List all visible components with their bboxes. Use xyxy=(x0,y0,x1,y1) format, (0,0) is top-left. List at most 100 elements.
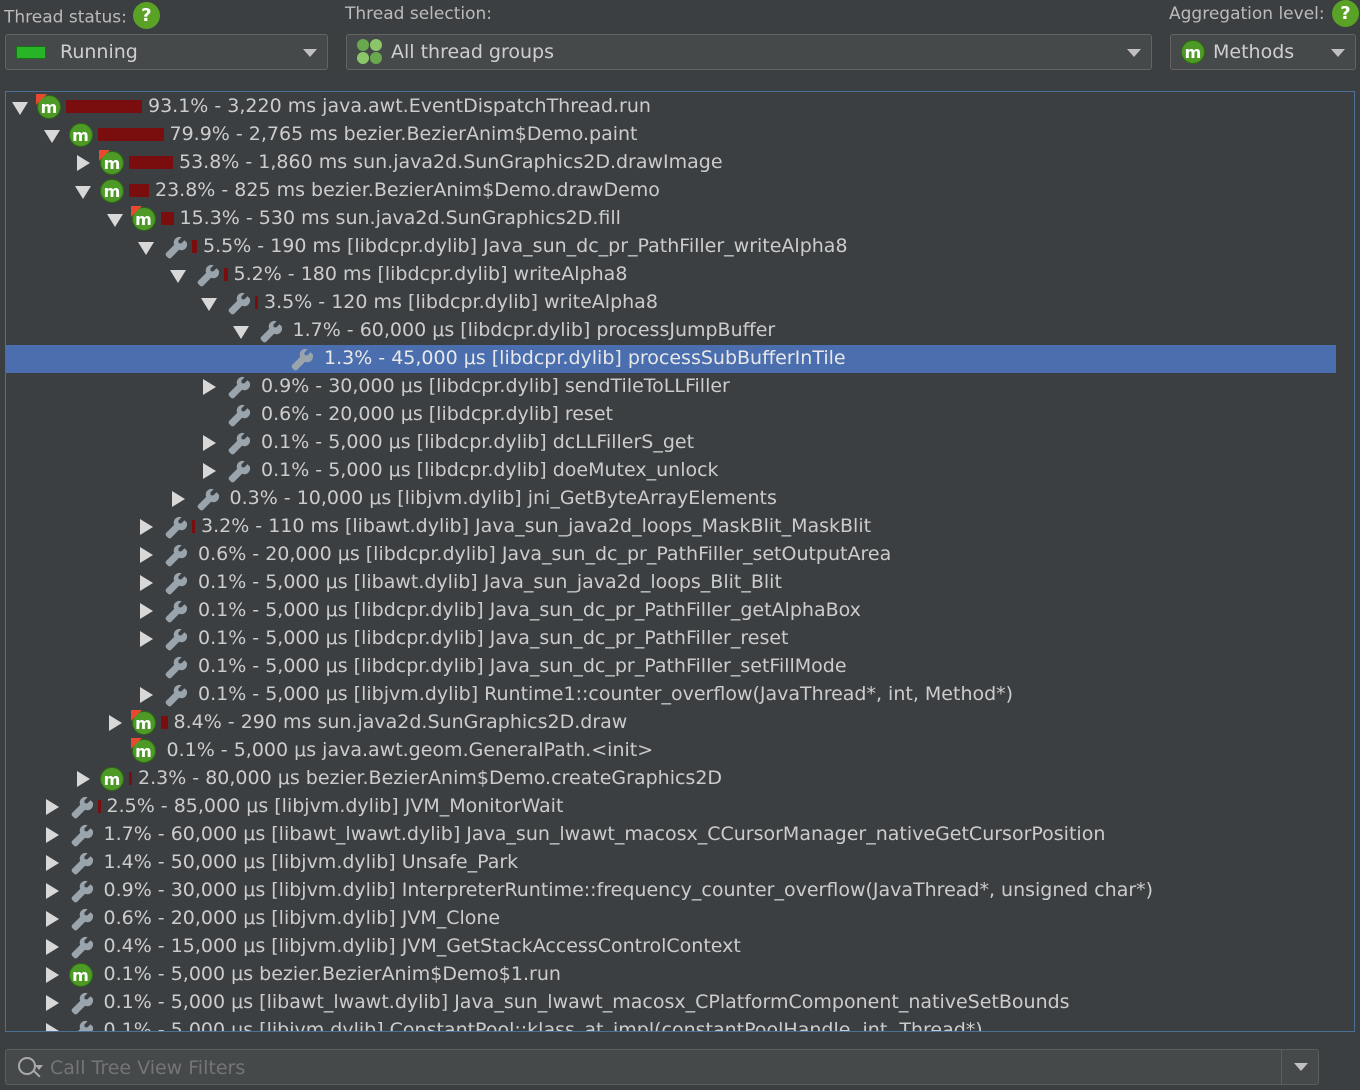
native-method-wrench-icon xyxy=(162,570,188,596)
tree-row[interactable]: 0.6% - 20,000 μs [libdcpr.dylib] Java_su… xyxy=(6,541,1336,569)
collapsed-toggle-icon[interactable] xyxy=(140,519,153,535)
collapsed-toggle-icon[interactable] xyxy=(45,827,59,843)
native-method-wrench-icon xyxy=(162,598,188,624)
tree-row[interactable]: 1.4% - 50,000 μs [libjvm.dylib] Unsafe_P… xyxy=(6,849,1336,877)
vertical-scrollbar[interactable] xyxy=(1338,92,1354,1031)
native-method-wrench-icon xyxy=(225,290,251,316)
tree-row[interactable]: m 2.3% - 80,000 μs bezier.BezierAnim$Demo… xyxy=(6,765,1336,793)
expanded-toggle-icon[interactable] xyxy=(75,186,91,199)
tree-row[interactable]: 0.1% - 5,000 μs [libjvm.dylib] Runtime1:… xyxy=(6,681,1336,709)
collapsed-toggle-icon[interactable] xyxy=(203,463,216,479)
tree-row[interactable]: 5.5% - 190 ms [libdcpr.dylib] Java_sun_d… xyxy=(6,233,1336,261)
collapsed-toggle-icon[interactable] xyxy=(140,603,153,619)
tree-row[interactable]: m 0.1% - 5,000 μs bezier.BezierAnim$Demo$… xyxy=(6,961,1336,989)
method-icon: m xyxy=(1181,40,1205,64)
call-tree[interactable]: m 93.1% - 3,220 ms java.awt.EventDispatch… xyxy=(5,91,1355,1032)
time-percentage-bar xyxy=(255,296,258,309)
hotspot-marker-icon xyxy=(130,206,142,217)
search-icon[interactable] xyxy=(18,1057,36,1075)
tree-row[interactable]: 0.1% - 5,000 μs [libdcpr.dylib] dcLLFill… xyxy=(6,429,1336,457)
aggregation-level-label: Aggregation level: xyxy=(1169,4,1325,24)
collapsed-toggle-icon[interactable] xyxy=(140,575,153,591)
expanded-toggle-icon[interactable] xyxy=(138,242,154,255)
collapsed-toggle-icon[interactable] xyxy=(45,967,59,983)
tree-row[interactable]: m 93.1% - 3,220 ms java.awt.EventDispatch… xyxy=(6,93,1336,121)
tree-row[interactable]: m 79.9% - 2,765 ms bezier.BezierAnim$Demo… xyxy=(6,121,1336,149)
collapsed-toggle-icon[interactable] xyxy=(45,883,59,899)
tree-row[interactable]: m 53.8% - 1,860 ms sun.java2d.SunGraphics… xyxy=(6,149,1336,177)
collapsed-toggle-icon[interactable] xyxy=(140,631,153,647)
tree-row[interactable]: 1.7% - 60,000 μs [libawt_lwawt.dylib] Ja… xyxy=(6,821,1336,849)
collapsed-toggle-icon[interactable] xyxy=(45,855,59,871)
time-percentage-bar xyxy=(223,268,228,281)
native-method-wrench-icon xyxy=(68,1018,94,1031)
collapsed-toggle-icon[interactable] xyxy=(171,491,185,507)
collapsed-toggle-icon[interactable] xyxy=(203,379,216,395)
tree-row[interactable]: 0.1% - 5,000 μs [libdcpr.dylib] doeMutex… xyxy=(6,457,1336,485)
tree-row[interactable]: 0.6% - 20,000 μs [libjvm.dylib] JVM_Clon… xyxy=(6,905,1336,933)
collapsed-toggle-icon[interactable] xyxy=(140,547,153,563)
tree-row[interactable]: 1.3% - 45,000 μs [libdcpr.dylib] process… xyxy=(6,345,1336,373)
tree-row[interactable]: 1.7% - 60,000 μs [libdcpr.dylib] process… xyxy=(6,317,1336,345)
thread-status-value: Running xyxy=(60,41,138,63)
filter-input[interactable] xyxy=(48,1054,1232,1082)
tree-row[interactable]: 0.9% - 30,000 μs [libjvm.dylib] Interpre… xyxy=(6,877,1336,905)
tree-row[interactable]: m 23.8% - 825 ms bezier.BezierAnim$Demo.d… xyxy=(6,177,1336,205)
expanded-toggle-icon[interactable] xyxy=(43,130,60,143)
tree-row[interactable]: 0.1% - 5,000 μs [libawt_lwawt.dylib] Jav… xyxy=(6,989,1336,1017)
tree-row[interactable]: m 8.4% - 290 ms sun.java2d.SunGraphics2D.… xyxy=(6,709,1336,737)
tree-row[interactable]: 0.6% - 20,000 μs [libdcpr.dylib] reset xyxy=(6,401,1336,429)
aggregation-level-dropdown[interactable]: m Methods xyxy=(1170,34,1356,70)
collapsed-toggle-icon[interactable] xyxy=(45,939,59,955)
tree-row-label: 79.9% - 2,765 ms bezier.BezierAnim$Demo.… xyxy=(169,123,638,145)
tree-row[interactable]: 0.1% - 5,000 μs [libdcpr.dylib] Java_sun… xyxy=(6,597,1336,625)
tree-row[interactable]: m 0.1% - 5,000 μs java.awt.geom.GeneralPa… xyxy=(6,737,1336,765)
expanded-toggle-icon[interactable] xyxy=(232,326,249,339)
tree-row[interactable]: 0.4% - 15,000 μs [libjvm.dylib] JVM_GetS… xyxy=(6,933,1336,961)
expanded-toggle-icon[interactable] xyxy=(201,298,217,311)
thread-groups-icon xyxy=(357,39,383,65)
tree-row[interactable]: 3.5% - 120 ms [libdcpr.dylib] writeAlpha… xyxy=(6,289,1336,317)
expanded-toggle-icon[interactable] xyxy=(12,102,28,115)
tree-row-label: 0.1% - 5,000 μs [libawt.dylib] Java_sun_… xyxy=(198,571,782,593)
call-tree-filter[interactable] xyxy=(5,1049,1319,1085)
collapsed-toggle-icon[interactable] xyxy=(108,715,122,731)
method-badge: m xyxy=(68,963,93,987)
tree-row[interactable]: 3.2% - 110 ms [libawt.dylib] Java_sun_ja… xyxy=(6,513,1336,541)
tree-row[interactable]: 0.1% - 5,000 μs [libjvm.dylib] ConstantP… xyxy=(6,1017,1336,1031)
tree-row[interactable]: 0.3% - 10,000 μs [libjvm.dylib] jni_GetB… xyxy=(6,485,1336,513)
hotspot-marker-icon xyxy=(99,150,110,161)
thread-selection-dropdown[interactable]: All thread groups xyxy=(346,34,1152,70)
filter-history-dropdown[interactable] xyxy=(1294,1063,1308,1071)
tree-row-label: 5.5% - 190 ms [libdcpr.dylib] Java_sun_d… xyxy=(203,235,848,257)
tree-row[interactable]: 0.1% - 5,000 μs [libdcpr.dylib] Java_sun… xyxy=(6,625,1336,653)
help-icon[interactable]: ? xyxy=(132,2,160,29)
collapsed-toggle-icon[interactable] xyxy=(203,435,216,451)
tree-row[interactable]: 0.9% - 30,000 μs [libdcpr.dylib] sendTil… xyxy=(6,373,1336,401)
tree-row[interactable]: 0.1% - 5,000 μs [libdcpr.dylib] Java_sun… xyxy=(6,653,1336,681)
collapsed-toggle-icon[interactable] xyxy=(140,687,153,703)
tree-row-label: 0.1% - 5,000 μs [libdcpr.dylib] Java_sun… xyxy=(198,599,861,621)
help-icon[interactable]: ? xyxy=(1332,0,1359,27)
collapsed-toggle-icon[interactable] xyxy=(45,799,59,815)
expanded-toggle-icon[interactable] xyxy=(169,270,186,283)
method-icon: m xyxy=(99,766,125,792)
collapsed-toggle-icon[interactable] xyxy=(45,1023,59,1031)
hotspot-marker-icon xyxy=(130,738,142,749)
time-percentage-bar xyxy=(129,772,132,785)
running-status-icon xyxy=(16,45,46,59)
hotspot-marker-icon xyxy=(36,94,47,105)
tree-row[interactable]: 2.5% - 85,000 μs [libjvm.dylib] JVM_Moni… xyxy=(6,793,1336,821)
tree-row[interactable]: 5.2% - 180 ms [libdcpr.dylib] writeAlpha… xyxy=(6,261,1336,289)
collapsed-toggle-icon[interactable] xyxy=(77,155,90,171)
expanded-toggle-icon[interactable] xyxy=(106,214,123,227)
collapsed-toggle-icon[interactable] xyxy=(77,771,90,787)
search-options-icon[interactable] xyxy=(35,1065,43,1070)
collapsed-toggle-icon[interactable] xyxy=(45,911,59,927)
tree-row-label: 0.1% - 5,000 μs [libdcpr.dylib] Java_sun… xyxy=(198,627,789,649)
tree-row[interactable]: 0.1% - 5,000 μs [libawt.dylib] Java_sun_… xyxy=(6,569,1336,597)
tree-row[interactable]: m 15.3% - 530 ms sun.java2d.SunGraphics2D… xyxy=(6,205,1336,233)
thread-status-dropdown[interactable]: Running xyxy=(5,34,328,70)
collapsed-toggle-icon[interactable] xyxy=(45,995,59,1011)
tree-row-label: 0.4% - 15,000 μs [libjvm.dylib] JVM_GetS… xyxy=(103,935,741,957)
